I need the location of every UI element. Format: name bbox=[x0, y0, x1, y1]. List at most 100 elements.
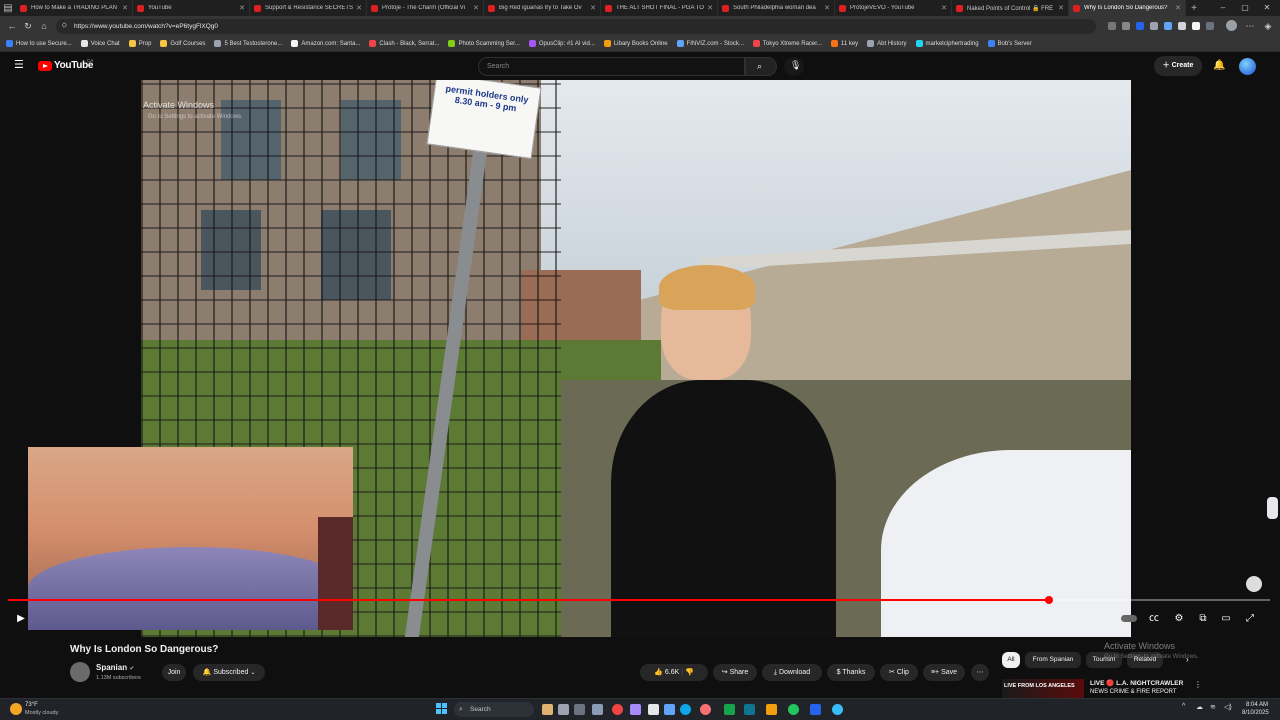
download-button[interactable]: ⤓ Download bbox=[762, 664, 822, 681]
more-menu-icon[interactable]: ⋯ bbox=[1244, 20, 1256, 32]
browser-tab[interactable]: Why Is London So Dangerous? ✕ bbox=[1069, 0, 1186, 16]
app-icon[interactable] bbox=[574, 704, 585, 715]
bookmark-item[interactable]: Prop bbox=[128, 40, 151, 47]
join-button[interactable]: Join bbox=[162, 664, 186, 681]
side-feedback-icon[interactable] bbox=[1267, 497, 1278, 519]
bookmark-item[interactable]: FINVIZ.com - Stock... bbox=[676, 40, 744, 47]
recommendation-title[interactable]: LIVE 🔴 L.A. NIGHTCRAWLER bbox=[1090, 679, 1183, 687]
tab-close-icon[interactable]: ✕ bbox=[1058, 4, 1064, 12]
share-button[interactable]: ↪ Share bbox=[713, 664, 757, 681]
app-icon[interactable] bbox=[630, 704, 641, 715]
bookmark-item[interactable]: 5 Best Testosterone... bbox=[214, 40, 282, 47]
like-button[interactable]: 👍 6.6K bbox=[654, 669, 679, 676]
weather-cloud-icon[interactable] bbox=[10, 703, 22, 715]
browser-tab[interactable]: Big Red iguanas try to Take Ov ✕ bbox=[484, 0, 601, 16]
create-button[interactable]: ＋ Create bbox=[1154, 56, 1202, 76]
task-view-icon[interactable] bbox=[558, 704, 569, 715]
tab-close-icon[interactable]: ✕ bbox=[707, 4, 713, 12]
save-button[interactable]: ≡+ Save bbox=[923, 664, 965, 681]
maximize-icon[interactable]: ▢ bbox=[1235, 0, 1255, 16]
close-window-icon[interactable]: ✕ bbox=[1257, 0, 1277, 16]
star-icon[interactable] bbox=[1122, 22, 1130, 30]
tab-close-icon[interactable]: ✕ bbox=[590, 4, 596, 12]
bookmark-item[interactable]: Golf Courses bbox=[160, 40, 205, 47]
bookmark-item[interactable]: Photo Scamming Ser... bbox=[448, 40, 520, 47]
account-avatar[interactable] bbox=[1239, 58, 1256, 75]
tab-actions-icon[interactable]: ▤ bbox=[0, 3, 16, 14]
app-icon[interactable] bbox=[832, 704, 843, 715]
notepad-icon[interactable] bbox=[648, 704, 659, 715]
reload-icon[interactable]: ↻ bbox=[22, 20, 34, 32]
settings-gear-icon[interactable]: ⚙ bbox=[1171, 611, 1187, 627]
bookmark-item[interactable]: Tokyo Xtreme Racer... bbox=[752, 40, 822, 47]
bookmark-item[interactable]: marketciphertrading bbox=[915, 40, 979, 47]
thanks-button[interactable]: $ Thanks bbox=[827, 664, 875, 681]
collections-icon[interactable] bbox=[1206, 22, 1214, 30]
browser-tab[interactable]: How to Make a TRADING PLAN ✕ bbox=[16, 0, 133, 16]
extension-icon[interactable] bbox=[1150, 22, 1158, 30]
onedrive-icon[interactable]: ☁ bbox=[1196, 703, 1203, 711]
channel-watermark-icon[interactable] bbox=[1246, 576, 1262, 592]
search-input[interactable]: Search bbox=[478, 57, 745, 76]
extension-icon[interactable] bbox=[1136, 22, 1144, 30]
notifications-bell-icon[interactable]: 🔔 bbox=[1213, 60, 1225, 71]
home-icon[interactable]: ⌂ bbox=[38, 20, 50, 32]
browser-tab[interactable]: South Philadelphia woman dea ✕ bbox=[718, 0, 835, 16]
tray-overflow-icon[interactable]: ^ bbox=[1182, 703, 1185, 710]
maps-icon[interactable] bbox=[788, 704, 799, 715]
taskbar-search[interactable]: ⌕ Search bbox=[454, 702, 534, 717]
edge-icon[interactable] bbox=[680, 704, 691, 715]
firefox-icon[interactable] bbox=[700, 704, 711, 715]
address-bar[interactable]: ⛭ https://www.youtube.com/watch?v=eP6tyg… bbox=[56, 19, 1096, 34]
wifi-icon[interactable]: ≋ bbox=[1210, 703, 1216, 711]
tab-close-icon[interactable]: ✕ bbox=[824, 4, 830, 12]
bookmark-item[interactable]: Libary Books Online bbox=[603, 40, 668, 47]
captions-icon[interactable]: ㏄ bbox=[1146, 611, 1162, 627]
tab-close-icon[interactable]: ✕ bbox=[1175, 4, 1181, 12]
back-icon[interactable]: ← bbox=[6, 20, 18, 32]
windows-start-icon[interactable] bbox=[436, 703, 448, 715]
video-progress-bar[interactable] bbox=[8, 596, 1270, 604]
file-explorer-icon[interactable] bbox=[766, 704, 777, 715]
tab-close-icon[interactable]: ✕ bbox=[356, 4, 362, 12]
recommendation-thumbnail[interactable]: LIVE FROM LOS ANGELES bbox=[1002, 679, 1084, 698]
word-icon[interactable] bbox=[664, 704, 675, 715]
minimize-icon[interactable]: – bbox=[1213, 0, 1233, 16]
widgets-icon[interactable] bbox=[542, 704, 553, 715]
browser-tab[interactable]: Naked Points of Control 🔒 FRE ✕ bbox=[952, 0, 1069, 16]
youtube-logo-icon[interactable] bbox=[38, 61, 52, 71]
bookmark-item[interactable]: OpusClip: #1 AI vid... bbox=[528, 40, 595, 47]
clip-button[interactable]: ✂ Clip bbox=[880, 664, 918, 681]
bookmark-item[interactable]: Voice Chat bbox=[80, 40, 120, 47]
channel-name[interactable]: Spanian ✔ bbox=[96, 663, 134, 672]
browser-tab[interactable]: THE ALT SHOT FINAL - PGA TO ✕ bbox=[601, 0, 718, 16]
more-actions-button[interactable]: ⋯ bbox=[971, 664, 989, 681]
theater-mode-icon[interactable]: ▭ bbox=[1218, 611, 1234, 627]
app-icon[interactable] bbox=[744, 704, 755, 715]
autoplay-toggle[interactable] bbox=[1120, 611, 1138, 627]
menu-icon[interactable]: ☰ bbox=[14, 60, 24, 71]
bookmark-item[interactable]: Amazon.com: Santa... bbox=[291, 40, 360, 47]
chip-all[interactable]: All bbox=[1002, 652, 1020, 668]
browser-tab[interactable]: ProtojeVEVO - YouTube ✕ bbox=[835, 0, 952, 16]
bookmark-item[interactable]: Clash - Black, Serrat... bbox=[369, 40, 439, 47]
chrome-icon[interactable] bbox=[612, 704, 623, 715]
browser-tab[interactable]: Protoje - The Charm (Official Vi ✕ bbox=[367, 0, 484, 16]
play-button[interactable]: ▶ bbox=[13, 611, 29, 627]
site-info-icon[interactable]: ⛭ bbox=[62, 19, 67, 34]
tab-close-icon[interactable]: ✕ bbox=[122, 4, 128, 12]
clock-date[interactable]: 8/10/2025 bbox=[1242, 710, 1269, 716]
channel-avatar[interactable] bbox=[70, 662, 90, 682]
profile-avatar[interactable] bbox=[1226, 20, 1237, 31]
browser-tab[interactable]: Support & Resistance SECRETS ✕ bbox=[250, 0, 367, 16]
tab-close-icon[interactable]: ✕ bbox=[473, 4, 479, 12]
bookmark-item[interactable]: How to use Secure... bbox=[6, 40, 72, 47]
settings-app-icon[interactable] bbox=[592, 704, 603, 715]
browser-tab[interactable]: YouTube ✕ bbox=[133, 0, 250, 16]
new-tab-button[interactable]: + bbox=[1186, 3, 1202, 14]
extension-icon[interactable] bbox=[1164, 22, 1172, 30]
tab-close-icon[interactable]: ✕ bbox=[941, 4, 947, 12]
store-icon[interactable] bbox=[810, 704, 821, 715]
weather-temp[interactable]: 73°F bbox=[25, 702, 38, 708]
dislike-button[interactable]: 👎 bbox=[685, 669, 694, 676]
